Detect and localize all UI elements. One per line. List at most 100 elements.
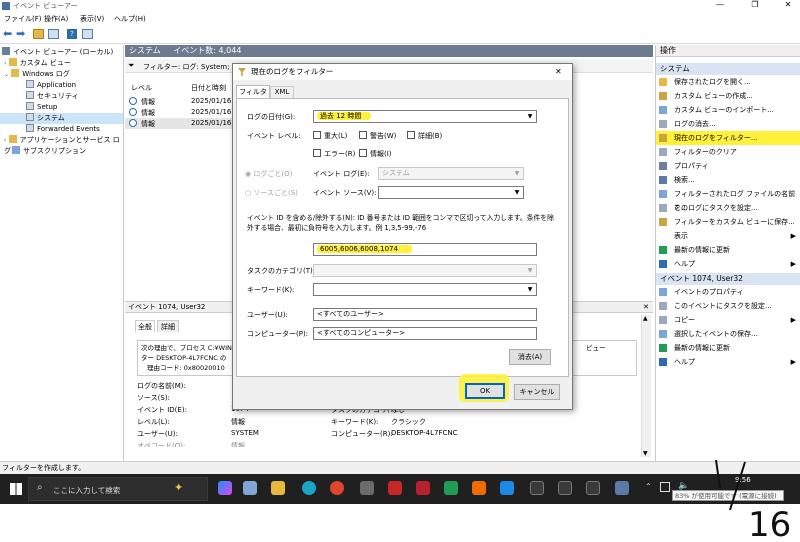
tree-root[interactable]: イベント ビューアー (ローカル) xyxy=(0,47,123,58)
event-viewer-icon[interactable] xyxy=(615,481,629,495)
action-item[interactable]: 表示 ▶ xyxy=(656,229,800,243)
chevron-up-icon[interactable]: ▲ xyxy=(643,315,648,322)
tree-application[interactable]: Application xyxy=(0,80,123,91)
chevron-up-icon[interactable]: ⌃ xyxy=(645,482,652,491)
tree-system[interactable]: システム xyxy=(0,113,123,124)
tree-forwarded-events[interactable]: Forwarded Events xyxy=(0,124,123,135)
action-item[interactable]: イベントのプロパティ xyxy=(656,285,800,299)
computer-input[interactable]: <すべてのコンピューター> xyxy=(313,327,537,340)
action-item[interactable]: このログにタスクを設定... xyxy=(656,201,800,215)
action-item[interactable]: フィルターのクリア xyxy=(656,145,800,159)
acrobat-icon[interactable] xyxy=(388,481,402,495)
menu-help[interactable]: ヘルプ(H) xyxy=(114,14,146,24)
back-icon[interactable]: ⬅ xyxy=(3,27,12,40)
tab-general[interactable]: 全般 xyxy=(135,320,155,332)
sheet-icon[interactable] xyxy=(444,481,458,495)
chrome-icon[interactable] xyxy=(330,481,344,495)
table-row[interactable]: 情報 2025/01/16 xyxy=(125,96,233,107)
close-icon[interactable]: ✕ xyxy=(555,64,562,80)
action-item[interactable]: フィルターをカスタム ビューに保存... xyxy=(656,215,800,229)
eventid-input[interactable]: 6005,6006,6008,1074 xyxy=(313,243,537,256)
view-icon[interactable] xyxy=(82,29,93,39)
date-select[interactable]: 過去 12 時間 ▼ xyxy=(313,110,537,123)
action-item[interactable]: フィルターされたログ ファイルの名前を... xyxy=(656,187,800,212)
edge-icon[interactable] xyxy=(302,481,316,495)
action-item[interactable]: ヘルプ ▶ xyxy=(656,355,800,369)
level-warning-checkbox[interactable]: 警告(W) xyxy=(359,131,396,141)
title-bar: イベント ビューアー — ❐ ✕ xyxy=(0,0,800,12)
forward-icon[interactable]: ➡ xyxy=(16,27,25,40)
action-item[interactable]: ログの消去... xyxy=(656,117,800,131)
table-row[interactable]: 情報 2025/01/16 xyxy=(125,118,233,129)
menu-file[interactable]: ファイル(F) xyxy=(4,14,42,24)
presentation-icon[interactable] xyxy=(472,481,486,495)
maximize-icon[interactable]: ❐ xyxy=(745,0,765,9)
dialog-title-bar: 現在のログをフィルター ✕ xyxy=(233,64,572,80)
level-critical-checkbox[interactable]: 重大(L) xyxy=(313,131,347,141)
taskbar-search[interactable]: ⌕ ここに入力して検索 ✦ xyxy=(28,477,208,501)
tab-detail[interactable]: 詳細 xyxy=(157,320,179,332)
tree-subscriptions[interactable]: サブスクリプション xyxy=(0,146,123,157)
task-select[interactable]: ▼ xyxy=(313,264,537,277)
keyword-select[interactable]: ▼ xyxy=(313,283,537,296)
eventlog-select[interactable]: システム ▼ xyxy=(378,167,524,180)
action-item[interactable]: カスタム ビューのインポート... xyxy=(656,103,800,117)
pane-icon[interactable] xyxy=(48,29,59,39)
scrollbar[interactable]: ▲ ▼ xyxy=(641,315,651,457)
folder-icon[interactable] xyxy=(33,29,44,39)
app-icon[interactable] xyxy=(530,481,544,495)
word-icon[interactable] xyxy=(416,481,430,495)
action-item[interactable]: 選択したイベントの保存... xyxy=(656,327,800,341)
action-item[interactable]: コピー ▶ xyxy=(656,313,800,327)
chevron-right-icon[interactable]: › xyxy=(4,60,6,67)
col-date[interactable]: 日付と時刻 xyxy=(191,83,231,93)
app-icon[interactable] xyxy=(558,481,572,495)
tree-security[interactable]: セキュリティ xyxy=(0,91,123,102)
close-icon[interactable]: ✕ xyxy=(643,302,649,313)
action-item[interactable]: 最新の情報に更新 xyxy=(656,341,800,355)
tab-filter[interactable]: フィルター xyxy=(236,85,270,108)
copilot-icon[interactable] xyxy=(218,481,232,495)
chevron-down-icon[interactable]: ▼ xyxy=(643,450,648,457)
action-item[interactable]: 最新の情報に更新 xyxy=(656,243,800,257)
cancel-button[interactable]: キャンセル xyxy=(514,384,560,400)
action-item[interactable]: 現在のログをフィルター... xyxy=(656,131,800,145)
menu-view[interactable]: 表示(V) xyxy=(80,14,104,24)
app-icon[interactable] xyxy=(586,481,600,495)
level-verbose-checkbox[interactable]: 詳細(B) xyxy=(407,131,442,141)
windows-start-icon[interactable] xyxy=(10,483,22,495)
level-info-checkbox[interactable]: 情報(I) xyxy=(359,149,392,159)
source-select[interactable]: ▼ xyxy=(378,186,524,199)
writer-icon[interactable] xyxy=(500,481,514,495)
explorer-icon[interactable] xyxy=(271,481,285,495)
action-item[interactable]: 検索... xyxy=(656,173,800,187)
table-row[interactable]: 情報 2025/01/16 xyxy=(125,107,233,118)
checkbox-icon xyxy=(313,131,321,139)
files-icon[interactable] xyxy=(243,481,257,495)
network-icon[interactable] xyxy=(660,482,670,492)
clear-button[interactable]: 消去(A) xyxy=(509,349,551,365)
radio-by-log[interactable]: ◉ ログごと(O) xyxy=(245,169,292,179)
user-input[interactable]: <すべてのユーザー> xyxy=(313,308,537,321)
close-icon[interactable]: ✕ xyxy=(778,0,798,9)
action-item[interactable]: ヘルプ ▶ xyxy=(656,257,800,271)
tab-xml[interactable]: XML xyxy=(270,86,294,98)
tree-setup[interactable]: Setup xyxy=(0,102,123,113)
minimize-icon[interactable]: — xyxy=(710,0,730,9)
radio-by-source[interactable]: ○ ソースごと(S) xyxy=(245,188,298,198)
level-error-checkbox[interactable]: エラー(R) xyxy=(313,149,355,159)
chevron-down-icon[interactable]: ⌄ xyxy=(4,71,9,78)
calculator-icon[interactable] xyxy=(360,481,374,495)
action-item[interactable]: 保存されたログを開く... xyxy=(656,75,800,89)
action-item[interactable]: このイベントにタスクを設定... xyxy=(656,299,800,313)
action-item[interactable]: カスタム ビューの作成... xyxy=(656,89,800,103)
ok-button[interactable]: OK xyxy=(465,383,505,399)
col-level[interactable]: レベル xyxy=(131,83,152,93)
action-item[interactable]: プロパティ xyxy=(656,159,800,173)
tree-custom-views[interactable]: › カスタム ビュー xyxy=(0,58,123,69)
tree-windows-logs[interactable]: ⌄ Windows ログ xyxy=(0,69,123,80)
chevron-right-icon[interactable]: › xyxy=(4,137,6,144)
menu-action[interactable]: 操作(A) xyxy=(44,14,68,24)
tree-apps-services[interactable]: › アプリケーションとサービス ログ xyxy=(0,135,123,155)
help-icon[interactable]: ? xyxy=(67,29,77,39)
